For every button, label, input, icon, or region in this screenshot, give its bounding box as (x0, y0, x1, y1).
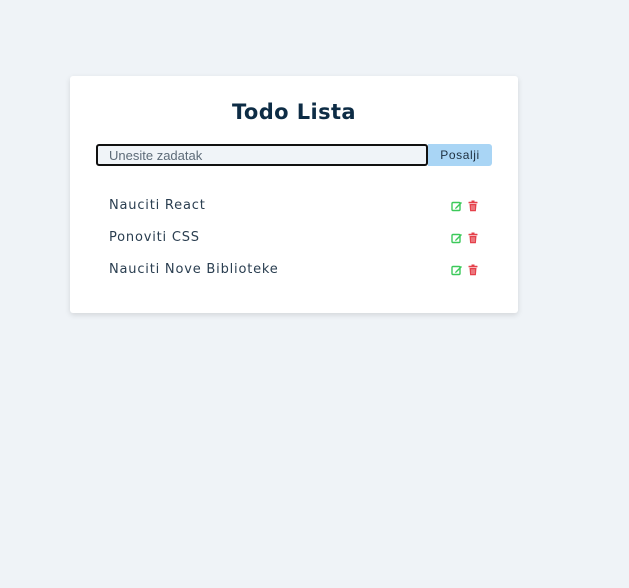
trash-icon[interactable] (467, 264, 479, 276)
todo-item: Nauciti React (109, 196, 479, 228)
submit-button[interactable]: Posalji (428, 144, 492, 166)
todo-text: Ponoviti CSS (109, 230, 200, 245)
task-input[interactable] (96, 144, 428, 166)
todo-form: Posalji (96, 144, 492, 166)
todo-item: Ponoviti CSS (109, 228, 479, 260)
todo-text: Nauciti Nove Biblioteke (109, 262, 279, 277)
todo-actions (451, 232, 479, 244)
edit-icon[interactable] (451, 264, 463, 276)
trash-icon[interactable] (467, 232, 479, 244)
todo-text: Nauciti React (109, 198, 206, 213)
page-title: Todo Lista (231, 100, 357, 124)
trash-icon[interactable] (467, 200, 479, 212)
edit-icon[interactable] (451, 200, 463, 212)
todo-actions (451, 200, 479, 212)
edit-icon[interactable] (451, 232, 463, 244)
todo-item: Nauciti Nove Biblioteke (109, 260, 479, 292)
todo-card: Todo Lista Posalji Nauciti React (70, 76, 518, 313)
todo-list: Nauciti React Ponoviti CSS Nauciti Nove … (109, 196, 479, 292)
todo-actions (451, 264, 479, 276)
